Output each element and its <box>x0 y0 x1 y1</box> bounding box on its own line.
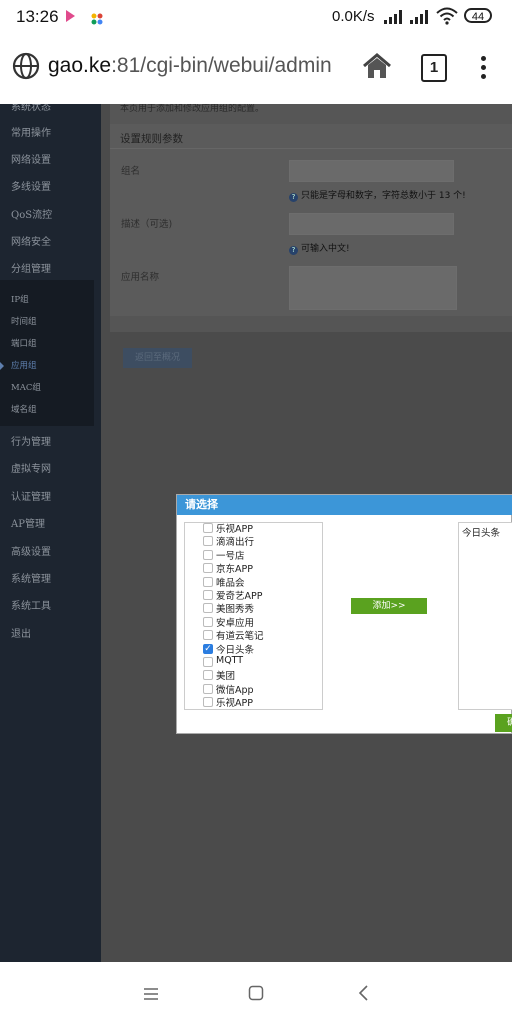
system-nav-bar <box>0 962 512 1024</box>
sidebar-item-system-status[interactable]: 系统状态 <box>11 104 51 113</box>
option-label[interactable]: 美团 <box>216 668 235 682</box>
clock: 13:26 <box>16 7 59 26</box>
option-label[interactable]: 有道云笔记 <box>216 628 264 642</box>
option-checkbox[interactable] <box>203 697 213 708</box>
sidebar-item[interactable]: 系统工具 <box>11 597 51 612</box>
option-checkbox[interactable] <box>203 670 213 681</box>
select-dialog: 请选择 乐视APP 滴滴出行 一号店 京东APP 唯品会 爱奇艺APP 美图秀秀 安卓应用 有道… <box>176 494 512 734</box>
wifi-icon <box>436 7 458 29</box>
option-checkbox[interactable] <box>203 536 213 547</box>
globe-icon[interactable] <box>12 52 40 84</box>
option-label[interactable]: 滴滴出行 <box>216 534 254 548</box>
add-button[interactable]: 添加>> <box>351 598 427 614</box>
option-label[interactable]: 京东APP <box>216 561 253 575</box>
sidebar-item[interactable]: 网络安全 <box>11 233 51 248</box>
group-name-input[interactable] <box>289 160 454 182</box>
status-bar: 13:26 0.0K/s 44 <box>0 0 512 34</box>
sidebar-item[interactable]: 网络设置 <box>11 151 51 166</box>
address-bar[interactable]: gao.ke:81/cgi-bin/webui/admin <box>48 54 332 78</box>
back-button[interactable]: 返回至概况 <box>123 348 192 368</box>
app-dots-icon <box>91 10 103 25</box>
option-label[interactable]: 唯品会 <box>216 575 245 589</box>
home-nav-icon[interactable] <box>248 985 264 1005</box>
group-name-hint: ? 只能是字母和数字，字符总数小于 13 个! <box>289 188 466 202</box>
option-checkbox[interactable] <box>203 630 213 641</box>
option-checkbox[interactable] <box>203 616 213 627</box>
option-label[interactable]: 乐视APP <box>216 695 253 709</box>
option-label[interactable]: 乐视APP <box>216 523 253 535</box>
help-icon: ? <box>289 246 298 255</box>
dialog-title: 请选择 <box>177 495 512 515</box>
panel-footer <box>110 316 512 332</box>
option-label[interactable]: 微信App <box>216 682 254 696</box>
app-name-input[interactable] <box>289 266 457 310</box>
divider <box>110 148 512 149</box>
option-label[interactable]: 安卓应用 <box>216 615 254 629</box>
sidebar-item-logout[interactable]: 退出 <box>11 625 31 640</box>
ok-button[interactable]: 确定 <box>495 714 512 732</box>
url-path: :81/cgi-bin/webui/admin <box>111 54 332 77</box>
desc-hint-text: 可输入中文! <box>301 244 350 254</box>
selected-item[interactable]: 今日头条 <box>462 525 500 539</box>
sidebar-item[interactable]: 高级设置 <box>11 543 51 558</box>
browser-toolbar: gao.ke:81/cgi-bin/webui/admin 1 <box>0 34 512 105</box>
option-checkbox[interactable] <box>203 683 213 694</box>
intro-text: 本页用于添加和修改应用组的配置。 <box>120 104 265 114</box>
back-nav-icon[interactable] <box>357 984 369 1006</box>
submenu-item[interactable]: 时间组 <box>11 315 37 327</box>
submenu-item[interactable]: 域名组 <box>11 403 37 415</box>
option-checkbox[interactable] <box>203 576 213 587</box>
play-store-icon <box>66 10 75 22</box>
sidebar-item[interactable]: 系统管理 <box>11 570 51 585</box>
option-checkbox[interactable] <box>203 563 213 574</box>
intro-bar: 本页用于添加和修改应用组的配置。 <box>110 104 512 124</box>
home-icon[interactable] <box>362 52 392 84</box>
form-panel: 设置规则参数 组名 ? 只能是字母和数字，字符总数小于 13 个! 描述（可选) … <box>110 124 512 332</box>
sidebar-item[interactable]: QoS流控 <box>11 206 52 221</box>
tab-switcher-button[interactable]: 1 <box>421 54 447 82</box>
desc-label: 描述（可选) <box>121 219 173 230</box>
option-checkbox[interactable] <box>203 523 213 533</box>
active-marker-icon <box>0 362 4 370</box>
option-checkbox[interactable] <box>203 549 213 560</box>
menu-icon[interactable] <box>143 986 159 1005</box>
network-speed: 0.0K/s <box>332 8 375 25</box>
submenu: IP组 时间组 端口组 应用组 MAC组 域名组 <box>0 280 94 426</box>
option-label[interactable]: 一号店 <box>216 548 245 562</box>
sidebar-item[interactable]: 多线设置 <box>11 178 51 193</box>
sidebar-item[interactable]: AP管理 <box>11 515 45 530</box>
signal-2-icon <box>410 9 432 24</box>
option-checkbox[interactable]: ✓ <box>203 643 213 654</box>
more-menu-icon[interactable] <box>481 56 487 83</box>
submenu-item-active[interactable]: 应用组 <box>11 359 37 371</box>
sidebar-item[interactable]: 虚拟专网 <box>11 460 51 475</box>
group-name-label: 组名 <box>121 166 141 177</box>
group-name-hint-text: 只能是字母和数字，字符总数小于 13 个! <box>301 191 466 201</box>
option-checkbox[interactable] <box>203 657 213 667</box>
sidebar: 系统状态 常用操作 网络设置 多线设置 QoS流控 网络安全 分组管理 IP组 … <box>0 104 101 962</box>
option-label[interactable]: 今日头条 <box>216 642 254 656</box>
sidebar-item-group-mgmt[interactable]: 分组管理 <box>11 260 51 275</box>
url-host: gao.ke <box>48 54 112 77</box>
option-label[interactable]: 爱奇艺APP <box>216 588 262 602</box>
submenu-item[interactable]: IP组 <box>11 293 29 305</box>
option-checkbox[interactable] <box>203 603 213 614</box>
submenu-item[interactable]: 端口组 <box>11 337 37 349</box>
sidebar-item[interactable]: 常用操作 <box>11 124 51 139</box>
desc-input[interactable] <box>289 213 454 235</box>
battery-icon: 44 <box>464 8 492 23</box>
option-checkbox[interactable] <box>203 590 213 600</box>
help-icon: ? <box>289 193 298 202</box>
desc-hint: ? 可输入中文! <box>289 241 350 255</box>
option-label[interactable]: MQTT <box>216 655 243 666</box>
submenu-item[interactable]: MAC组 <box>11 381 41 393</box>
section-title: 设置规则参数 <box>120 133 183 145</box>
selected-list[interactable]: 今日头条 <box>458 522 512 710</box>
app-name-label: 应用名称 <box>121 272 160 283</box>
signal-icon <box>384 9 406 24</box>
option-label[interactable]: 美图秀秀 <box>216 601 254 615</box>
sidebar-item[interactable]: 行为管理 <box>11 433 51 448</box>
sidebar-item[interactable]: 认证管理 <box>11 488 51 503</box>
options-list[interactable]: 乐视APP 滴滴出行 一号店 京东APP 唯品会 爱奇艺APP 美图秀秀 安卓应用 有道云笔记 ✓… <box>184 522 323 710</box>
